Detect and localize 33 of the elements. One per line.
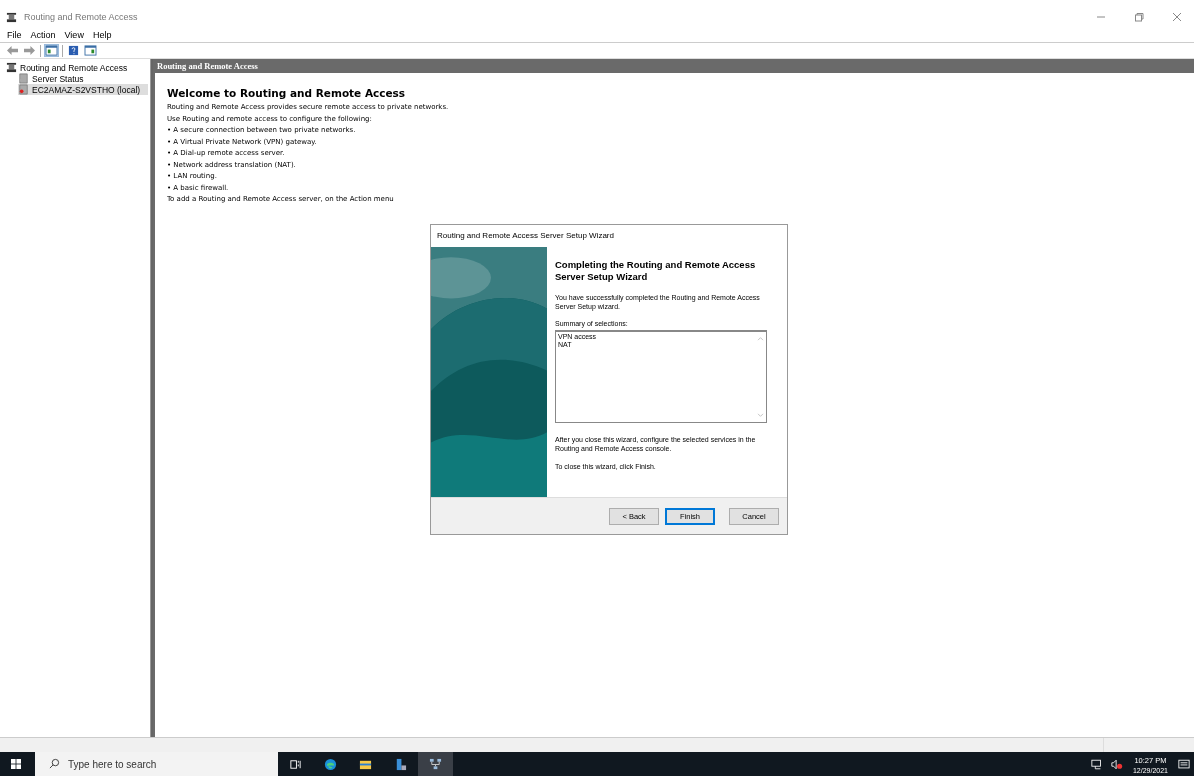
forward-arrow-icon[interactable] — [23, 45, 36, 56]
menu-item[interactable]: Help — [92, 30, 112, 40]
server-rack-icon — [6, 62, 17, 73]
search-field[interactable]: Type here to search — [35, 752, 278, 776]
help-icon[interactable] — [67, 45, 80, 56]
windows-start-icon[interactable] — [11, 759, 21, 769]
wizard-heading: Completing the Routing and Remote Access Server Setup Wizard — [555, 259, 757, 283]
server-error-icon — [18, 84, 29, 95]
window-title: Routing and Remote Access — [24, 12, 138, 22]
search-icon — [49, 758, 60, 769]
browser-icon[interactable] — [324, 757, 337, 771]
muted-speaker-icon[interactable] — [1110, 758, 1123, 770]
notification-icon[interactable] — [1178, 758, 1190, 770]
server-icon — [18, 73, 29, 84]
network-icon[interactable] — [429, 757, 442, 771]
task-view-icon[interactable] — [289, 757, 302, 771]
tree-item[interactable]: Routing and Remote Access — [6, 62, 148, 73]
pane-header: Routing and Remote Access — [153, 59, 1194, 73]
tree-item[interactable]: Server Status — [18, 73, 148, 84]
welcome-heading: Welcome to Routing and Remote Access — [167, 87, 407, 99]
menu-item[interactable]: File — [7, 30, 22, 40]
console-tree-icon[interactable] — [45, 45, 58, 56]
action-pane-icon[interactable] — [84, 45, 97, 56]
close-icon[interactable] — [1172, 12, 1182, 22]
back-arrow-icon[interactable] — [6, 45, 19, 56]
menu-item[interactable]: View — [64, 30, 84, 40]
tree-item[interactable]: EC2AMAZ-S2VSTHO (local) — [18, 84, 148, 95]
app-icon — [6, 11, 17, 23]
server-icon[interactable] — [394, 757, 407, 771]
menu-item[interactable]: Action — [30, 30, 56, 40]
dialog-title: Routing and Remote Access Server Setup Wizard — [436, 230, 615, 242]
restore-icon[interactable] — [1134, 12, 1144, 22]
network-tray-icon[interactable] — [1090, 758, 1103, 770]
